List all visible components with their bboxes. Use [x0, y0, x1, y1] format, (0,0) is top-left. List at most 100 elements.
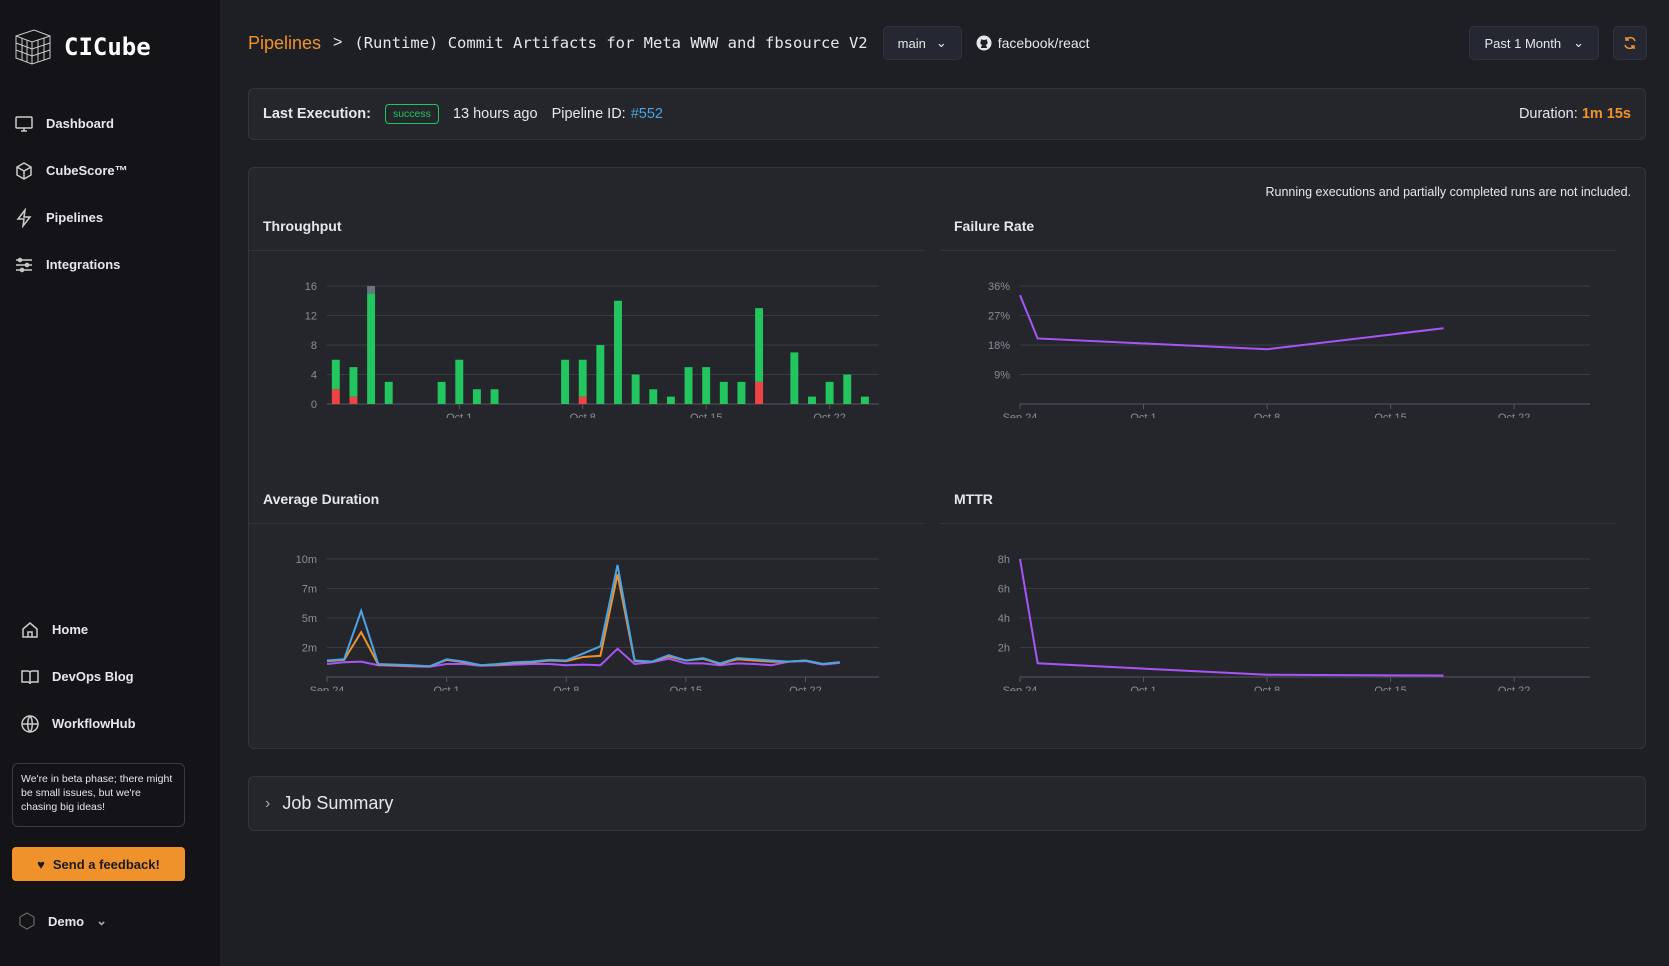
refresh-button[interactable] — [1613, 26, 1647, 60]
bar-segment — [578, 396, 587, 404]
sidebar-item-integrations[interactable]: Integrations — [14, 241, 214, 288]
x-tick-label: Oct 15 — [670, 685, 702, 691]
home-icon — [22, 621, 38, 638]
github-icon — [976, 35, 992, 51]
chevron-down-icon: ⌄ — [935, 35, 947, 50]
bar-segment — [437, 381, 446, 404]
failure-rate-chart: 9% 18% 27% 36% Sep 24 Oct 1 Oct 8 Oct 15 Oct 22 — [988, 281, 1590, 418]
x-tick-label: Oct 15 — [1374, 685, 1406, 691]
bar-segment — [843, 374, 852, 404]
bar-segment — [755, 308, 764, 382]
bar-segment — [755, 381, 764, 404]
mttr-panel: MTTR 2h 4h 6h 8h Sep 24 Oct 1 Oct 8 Oct 15 Oct 22 — [940, 441, 1616, 691]
duration: Duration: 1m 15s — [1519, 106, 1631, 122]
execution-time: 13 hours ago — [452, 106, 538, 122]
last-execution-bar: Last Execution: success 13 hours ago Pip… — [248, 88, 1646, 140]
bar-segment — [490, 389, 499, 404]
y-tick-label: 12 — [305, 311, 317, 323]
repo-name: facebook/react — [997, 35, 1090, 51]
series-line — [326, 564, 840, 668]
series-line — [1019, 294, 1444, 351]
failure-rate-panel: Failure Rate 9% 18% 27% 36% Sep 24 Oct 1 Oct 8 O… — [940, 168, 1616, 418]
mttr-chart: 2h 4h 6h 8h Sep 24 Oct 1 Oct 8 Oct 15 Oct 22 — [998, 554, 1590, 691]
last-execution-label: Last Execution: — [263, 106, 371, 122]
y-tick-label: 36% — [988, 281, 1010, 293]
breadcrumb-separator: > — [333, 34, 343, 51]
feedback-label: Send a feedback! — [52, 856, 160, 872]
sidebar-link-workflowhub[interactable]: WorkflowHub — [20, 700, 136, 747]
status-badge: success — [384, 104, 439, 124]
book-icon — [21, 669, 39, 684]
date-range-select[interactable]: Past 1 Month ⌄ — [1469, 26, 1599, 60]
x-tick-label: Oct 1 — [1130, 685, 1156, 691]
bar-segment — [808, 396, 816, 404]
globe-icon — [21, 714, 39, 733]
bar-segment — [596, 345, 605, 404]
sidebar-link-home[interactable]: Home — [20, 606, 136, 653]
y-tick-label: 8 — [311, 340, 317, 352]
sidebar-item-label: Integrations — [46, 257, 121, 272]
bar-segment — [578, 359, 587, 397]
series-line — [1019, 558, 1444, 677]
bar-segment — [367, 293, 376, 404]
sidebar-item-label: Dashboard — [46, 116, 114, 131]
bar-segment — [825, 381, 834, 404]
sidebar-item-cubescore[interactable]: CubeScore™ — [14, 147, 214, 194]
bar-segment — [860, 396, 869, 404]
x-tick-label: Sep 24 — [1003, 412, 1038, 418]
y-tick-label: 9% — [994, 370, 1010, 382]
pipeline-id-link[interactable]: #552 — [631, 106, 663, 122]
heart-icon: ♥ — [37, 856, 45, 872]
chevron-down-icon: ⌄ — [1573, 35, 1584, 50]
bar-segment — [719, 381, 728, 404]
bar-segment — [790, 352, 799, 404]
duration-value: 1m 15s — [1581, 106, 1631, 122]
x-tick-label: Oct 22 — [813, 412, 845, 418]
y-tick-label: 18% — [988, 340, 1010, 352]
user-menu[interactable]: Demo ⌄ — [18, 912, 107, 930]
branch-select[interactable]: main ⌄ — [882, 26, 962, 60]
y-tick-label: 2m — [302, 643, 317, 655]
header: Pipelines > (Runtime) Commit Artifacts f… — [248, 26, 1647, 60]
throughput-chart: 0 4 8 12 16 Oct 1 Oct 8 Oct 15 Oct 22 — [305, 281, 879, 418]
x-tick-label: Oct 22 — [1498, 412, 1530, 418]
sidebar-item-dashboard[interactable]: Dashboard — [14, 100, 214, 147]
bar-segment — [666, 396, 675, 404]
sidebar-link-label: WorkflowHub — [52, 716, 136, 731]
refresh-icon — [1624, 36, 1636, 50]
chart-title: Failure Rate — [954, 218, 1035, 234]
send-feedback-button[interactable]: ♥ Send a feedback! — [12, 847, 185, 881]
bar-segment — [631, 374, 640, 404]
y-tick-label: 5m — [302, 613, 317, 625]
job-summary-toggle[interactable]: › Job Summary — [248, 776, 1646, 831]
y-tick-label: 2h — [998, 643, 1010, 655]
y-tick-label: 10m — [296, 554, 317, 566]
x-tick-label: Oct 15 — [1374, 412, 1406, 418]
sidebar-link-devops-blog[interactable]: DevOps Blog — [20, 653, 136, 700]
x-tick-label: Oct 22 — [1498, 685, 1530, 691]
bar-segment — [472, 389, 481, 404]
repo-link[interactable]: facebook/react — [976, 35, 1090, 51]
page-title: (Runtime) Commit Artifacts for Meta WWW … — [354, 34, 868, 52]
bar-segment — [455, 359, 464, 404]
beta-notice: We're in beta phase; there might be smal… — [12, 763, 185, 827]
y-tick-label: 6h — [998, 584, 1010, 596]
chart-title: Average Duration — [263, 491, 380, 507]
x-tick-label: Oct 22 — [789, 685, 821, 691]
bar-segment — [684, 367, 693, 404]
bar-segment — [561, 359, 570, 404]
sidebar-link-label: DevOps Blog — [52, 669, 134, 684]
range-value: Past 1 Month — [1484, 35, 1562, 51]
average-duration-panel: Average Duration 2m 5m 7m 10m Sep 24 Oct 1 Oct … — [249, 441, 925, 691]
y-tick-label: 0 — [311, 399, 317, 411]
average-duration-chart: 2m 5m 7m 10m Sep 24 Oct 1 Oct 8 Oct 15 Oct 22 — [296, 554, 879, 691]
bar-segment — [614, 300, 622, 404]
sidebar-item-pipelines[interactable]: Pipelines — [14, 194, 214, 241]
x-tick-label: Sep 24 — [1003, 685, 1038, 691]
breadcrumb-pipelines-link[interactable]: Pipelines — [248, 33, 321, 54]
bar-segment — [331, 389, 340, 404]
x-tick-label: Oct 8 — [1254, 412, 1280, 418]
x-tick-label: Oct 1 — [1130, 412, 1156, 418]
logo[interactable]: CICube — [12, 26, 151, 68]
cube-icon — [16, 161, 32, 180]
